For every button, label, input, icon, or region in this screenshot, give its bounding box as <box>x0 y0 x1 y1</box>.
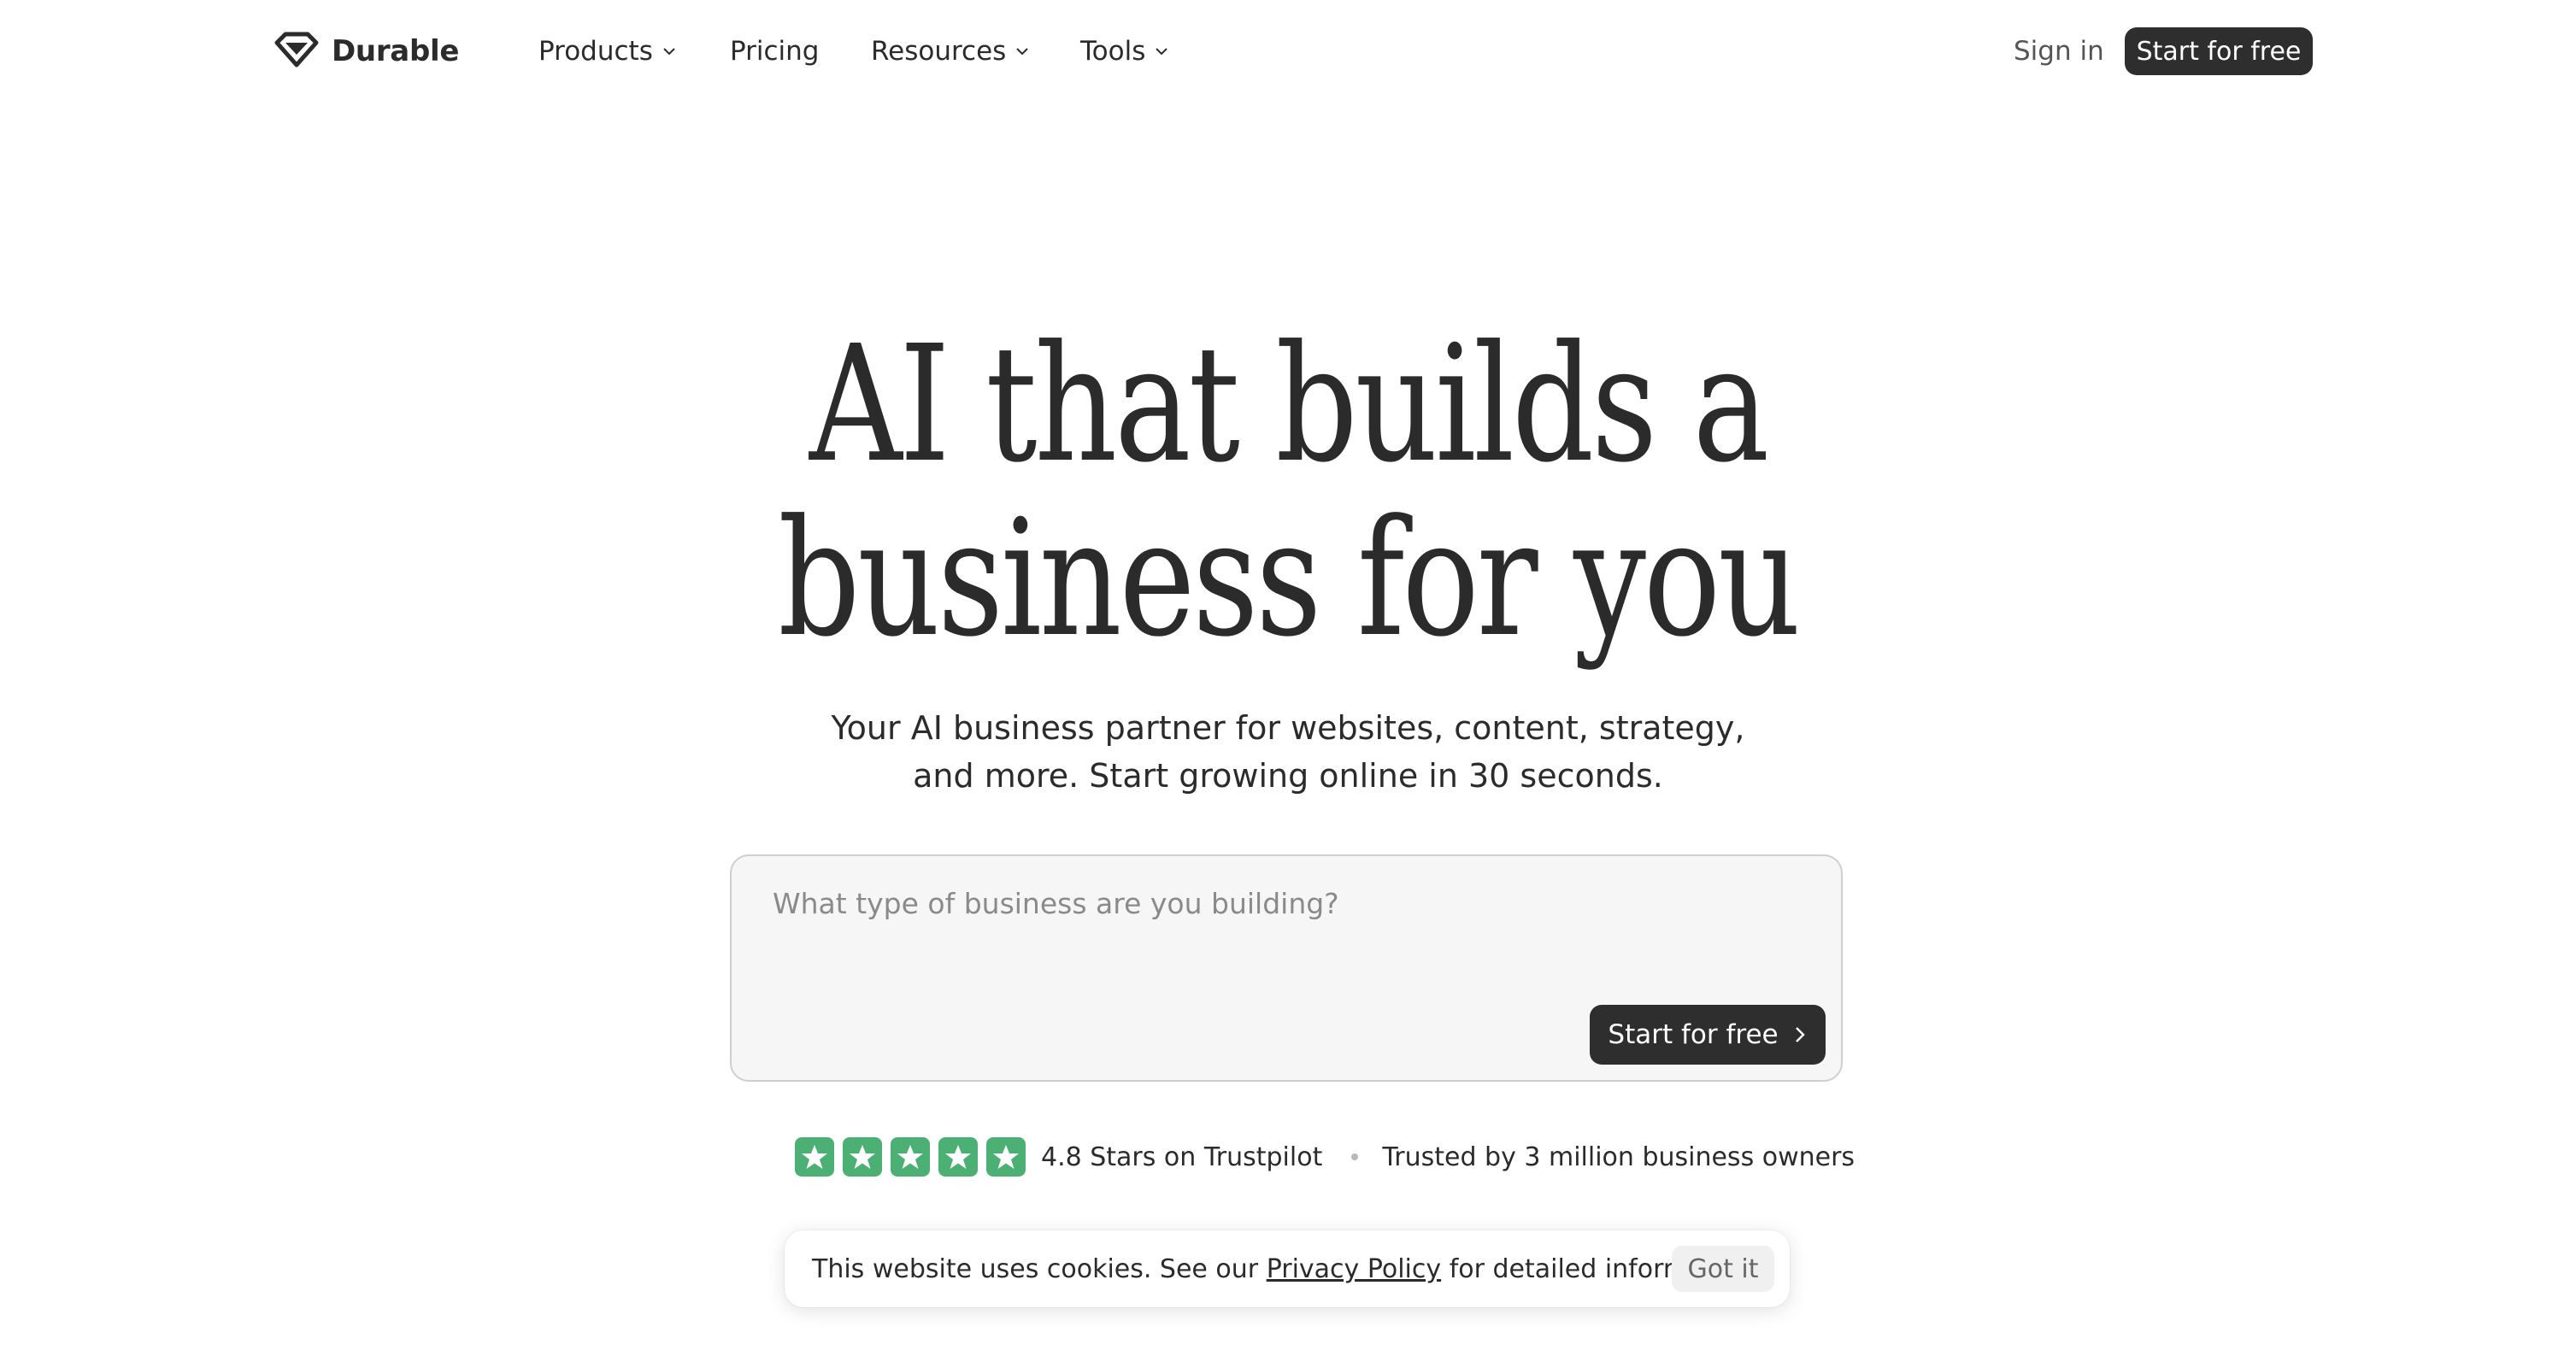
star-icon <box>938 1137 978 1177</box>
privacy-policy-link[interactable]: Privacy Policy <box>1267 1254 1441 1284</box>
trust-row: 4.8 Stars on Trustpilot Trusted by 3 mil… <box>795 1136 1855 1177</box>
nav-item-label: Resources <box>871 36 1007 67</box>
start-for-free-nav-button[interactable]: Start for free <box>2125 27 2313 75</box>
brand-logo[interactable]: Durable <box>273 31 459 72</box>
nav-item-label: Products <box>538 36 653 67</box>
trustpilot-rating: 4.8 Stars on Trustpilot <box>1041 1142 1323 1172</box>
cookie-text: This website uses cookies. See our <box>812 1253 1259 1284</box>
chevron-down-icon <box>1156 48 1168 56</box>
star-icon <box>843 1137 882 1177</box>
hero-subtitle: Your AI business partner for websites, c… <box>0 704 2576 800</box>
nav-item-pricing[interactable]: Pricing <box>730 32 820 70</box>
got-it-button[interactable]: Got it <box>1672 1246 1774 1292</box>
nav-item-label: Tools <box>1080 36 1146 67</box>
trustpilot-stars <box>795 1137 1034 1177</box>
trusted-by-text: Trusted by 3 million business owners <box>1382 1142 1856 1172</box>
business-prompt-box: Start for free <box>730 854 1843 1082</box>
chevron-down-icon <box>663 48 675 56</box>
nav-item-label: Pricing <box>730 36 820 67</box>
chevron-down-icon <box>1016 48 1029 56</box>
start-for-free-button[interactable]: Start for free <box>1590 1005 1826 1065</box>
durable-logo-icon <box>273 31 320 72</box>
star-icon <box>795 1137 834 1177</box>
landing-page: Durable Products Pricing Resources Tools… <box>0 0 2576 1350</box>
button-label: Start for free <box>1608 1019 1779 1050</box>
star-icon <box>891 1137 930 1177</box>
hero-subtitle-line: Your AI business partner for websites, c… <box>831 709 1745 747</box>
nav-item-resources[interactable]: Resources <box>871 32 1030 70</box>
nav-item-tools[interactable]: Tools <box>1080 32 1169 70</box>
hero-title-line: AI that builds a <box>809 311 1769 498</box>
hero-subtitle-line: and more. Start growing online in 30 sec… <box>913 757 1663 795</box>
business-type-input[interactable] <box>773 887 1781 938</box>
sign-in-link[interactable]: Sign in <box>2014 32 2104 70</box>
cookie-banner: This website uses cookies. See our Priva… <box>785 1230 1790 1307</box>
chevron-right-icon <box>1795 1027 1805 1042</box>
hero-title-line: business for you <box>778 485 1801 672</box>
separator-dot <box>1351 1153 1359 1160</box>
nav-item-products[interactable]: Products <box>538 32 677 70</box>
top-navigation: Durable Products Pricing Resources Tools… <box>0 0 2576 103</box>
hero-title: AI that builds a business for you <box>257 318 2318 666</box>
star-icon <box>986 1137 1026 1177</box>
brand-name: Durable <box>332 34 460 68</box>
